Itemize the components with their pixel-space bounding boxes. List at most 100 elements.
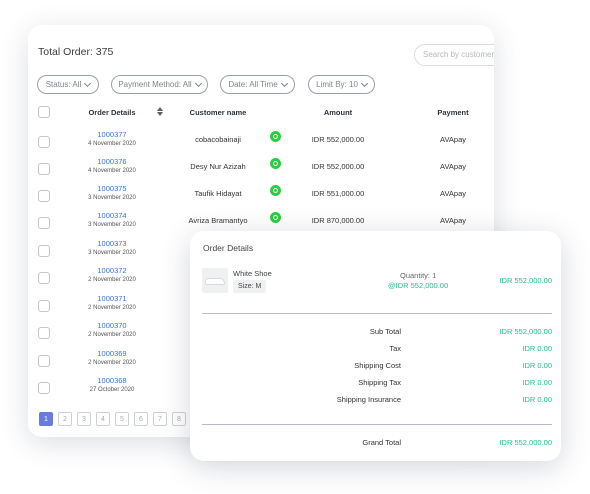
payment-method: AVApay [440, 189, 466, 198]
chevron-down-icon [194, 79, 202, 87]
row-checkbox[interactable] [38, 163, 50, 175]
divider [202, 313, 552, 314]
customer-name: Avriza Bramantyo [188, 216, 248, 225]
payment-method-filter-label: Payment Method: All [118, 80, 192, 89]
tax-label: Tax [389, 344, 401, 353]
column-order-details[interactable]: Order Details [68, 108, 156, 117]
total-order-title: Total Order: 375 [38, 46, 114, 58]
row-checkbox[interactable] [38, 190, 50, 202]
payment-method: AVApay [440, 135, 466, 144]
order-id-link[interactable]: 1000377 [68, 130, 156, 139]
column-amount: Amount [323, 108, 353, 117]
order-date: 2 November 2020 [88, 277, 136, 283]
table-row[interactable]: 1000376 4 November 2020 Desy Nur Azizah … [28, 156, 494, 183]
shipping-insurance-label: Shipping Insurance [336, 395, 401, 404]
status-filter-label: Status: All [45, 80, 82, 89]
order-id-link[interactable]: 1000369 [68, 349, 156, 358]
order-date: 4 November 2020 [88, 141, 136, 147]
pagination: 1 2 3 4 5 6 7 8 [39, 412, 186, 426]
order-id-link[interactable]: 1000371 [68, 294, 156, 303]
payment-method: AVApay [440, 162, 466, 171]
order-id-link[interactable]: 1000376 [68, 157, 156, 166]
subtotal-value: IDR 552,000.00 [499, 327, 552, 336]
row-checkbox[interactable] [38, 355, 50, 367]
row-checkbox[interactable] [38, 327, 50, 339]
chevron-down-icon [360, 79, 368, 87]
page-button[interactable]: 8 [172, 412, 186, 426]
order-date: 4 November 2020 [88, 168, 136, 174]
page-button[interactable]: 2 [58, 412, 72, 426]
shipping-cost-value: IDR 0.00 [522, 361, 552, 370]
page-button[interactable]: 3 [77, 412, 91, 426]
sort-icon[interactable] [157, 107, 163, 117]
product-quantity: Quantity: 1 [400, 271, 437, 280]
column-payment: Payment [437, 108, 469, 117]
product-image [202, 268, 228, 293]
shipping-tax-value: IDR 0.00 [522, 378, 552, 387]
divider [202, 424, 552, 425]
order-date: 2 November 2020 [88, 360, 136, 366]
column-customer-name: Customer name [189, 108, 247, 117]
size-badge: Size: M [233, 280, 267, 293]
whatsapp-icon[interactable] [270, 185, 281, 196]
table-row[interactable]: 1000375 3 November 2020 Taufik Hidayat I… [28, 183, 494, 210]
order-details-panel: Order Details White Shoe Size: M Quantit… [190, 231, 561, 461]
order-amount: IDR 551,000.00 [311, 189, 365, 198]
date-filter-label: Date: All Time [228, 80, 278, 89]
row-checkbox[interactable] [38, 382, 50, 394]
row-checkbox[interactable] [38, 245, 50, 257]
grand-total-value: IDR 552,000.00 [499, 438, 552, 447]
grand-total-label: Grand Total [362, 438, 401, 447]
table-row[interactable]: 1000377 4 November 2020 cobacobainaji ID… [28, 129, 494, 156]
order-id-link[interactable]: 1000374 [68, 211, 156, 220]
order-details-title: Order Details [203, 243, 254, 253]
row-checkbox[interactable] [38, 217, 50, 229]
order-date: 2 November 2020 [88, 332, 136, 338]
order-date: 3 November 2020 [88, 222, 136, 228]
order-id-link[interactable]: 1000368 [68, 376, 156, 385]
chevron-down-icon [84, 79, 92, 87]
product-name: White Shoe [233, 269, 272, 278]
row-checkbox[interactable] [38, 300, 50, 312]
unit-price: @IDR 552,000.00 [388, 281, 449, 290]
whatsapp-icon[interactable] [270, 212, 281, 223]
whatsapp-icon[interactable] [270, 131, 281, 142]
row-checkbox[interactable] [38, 272, 50, 284]
shipping-tax-label: Shipping Tax [358, 378, 401, 387]
order-date: 3 November 2020 [88, 250, 136, 256]
tax-value: IDR 0.00 [522, 344, 552, 353]
customer-name: Desy Nur Azizah [190, 162, 246, 171]
order-id-link[interactable]: 1000373 [68, 239, 156, 248]
order-id-link[interactable]: 1000372 [68, 266, 156, 275]
chevron-down-icon [280, 79, 288, 87]
limit-filter-label: Limit By: 10 [316, 80, 358, 89]
subtotal-label: Sub Total [369, 327, 401, 336]
payment-method: AVApay [440, 216, 466, 225]
date-filter[interactable]: Date: All Time [220, 75, 295, 94]
order-id-link[interactable]: 1000370 [68, 321, 156, 330]
page-button[interactable]: 5 [115, 412, 129, 426]
row-checkbox[interactable] [38, 136, 50, 148]
order-date: 27 October 2020 [89, 387, 135, 393]
whatsapp-icon[interactable] [270, 158, 281, 169]
order-date: 2 November 2020 [88, 305, 136, 311]
payment-method-filter[interactable]: Payment Method: All [111, 75, 208, 94]
shoe-icon [205, 278, 225, 285]
customer-name: cobacobainaji [195, 135, 241, 144]
line-total: IDR 552,000.00 [499, 276, 552, 285]
customer-name: Taufik Hidayat [194, 189, 242, 198]
page-button[interactable]: 1 [39, 412, 53, 426]
search-input[interactable]: Search by customer n [414, 44, 494, 66]
order-id-link[interactable]: 1000375 [68, 184, 156, 193]
page-button[interactable]: 6 [134, 412, 148, 426]
order-amount: IDR 870,000.00 [311, 216, 365, 225]
select-all-checkbox[interactable] [38, 106, 50, 118]
order-date: 3 November 2020 [88, 195, 136, 201]
page-button[interactable]: 4 [96, 412, 110, 426]
page-button[interactable]: 7 [153, 412, 167, 426]
order-amount: IDR 552,000.00 [311, 162, 365, 171]
status-filter[interactable]: Status: All [37, 75, 99, 94]
shipping-cost-label: Shipping Cost [354, 361, 401, 370]
limit-filter[interactable]: Limit By: 10 [308, 75, 375, 94]
shipping-insurance-value: IDR 0.00 [522, 395, 552, 404]
